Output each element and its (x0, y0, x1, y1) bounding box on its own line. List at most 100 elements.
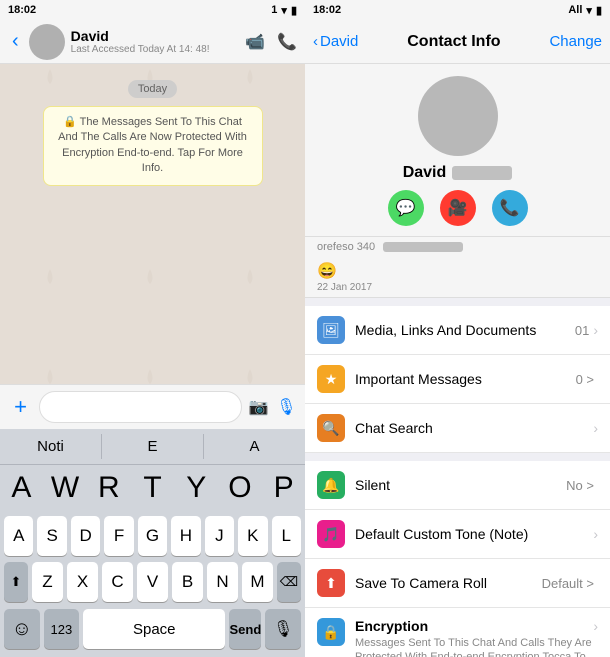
right-panel: 18:02 All ▾ ▮ ‹ David Contact Info Chang… (305, 0, 610, 657)
backspace-key[interactable]: ⌫ (277, 562, 301, 602)
menu-item-search[interactable]: 🔍 Chat Search › (305, 404, 610, 453)
important-label: Important Messages (355, 371, 576, 387)
keyboard-bottom-row: ☺ 123 Space Send 🎙 (0, 605, 305, 657)
back-chevron-right: ‹ (313, 33, 318, 50)
silent-icon-box: 🔔 (317, 471, 345, 499)
phone-call-icon[interactable]: 📞 (277, 32, 297, 52)
autocomplete-e[interactable]: E (102, 434, 204, 459)
divider-1 (305, 298, 610, 306)
menu-list: 🖼 Media, Links And Documents 01 › ★ Impo… (305, 306, 610, 657)
key-m[interactable]: M (242, 562, 273, 602)
save-icon-box: ⬆ (317, 569, 345, 597)
key-Y[interactable]: Y (177, 469, 216, 511)
chat-header: ‹ David Last Accessed Today At 14: 48! 📹… (0, 20, 305, 64)
media-label: Media, Links And Documents (355, 322, 575, 338)
send-key[interactable]: Send (229, 609, 261, 649)
key-a[interactable]: A (4, 516, 33, 556)
space-key[interactable]: Space (83, 609, 225, 649)
key-d[interactable]: D (71, 516, 100, 556)
media-value: 01 (575, 323, 589, 338)
profile-emoji: 😄 (317, 261, 598, 281)
emoji-key[interactable]: ☺ (4, 609, 40, 649)
save-value: Default > (542, 576, 594, 591)
battery-icon-left: ▮ (291, 4, 297, 17)
video-call-icon[interactable]: 📹 (245, 32, 265, 52)
profile-name-row: David (403, 164, 513, 182)
back-david-button[interactable]: ‹ David (313, 33, 358, 50)
numbers-key[interactable]: 123 (44, 609, 80, 649)
menu-item-save[interactable]: ⬆ Save To Camera Roll Default > (305, 559, 610, 608)
key-h[interactable]: H (171, 516, 200, 556)
search-chevron: › (593, 420, 598, 436)
key-O[interactable]: O (221, 469, 260, 511)
contact-status: Last Accessed Today At 14: 48! (71, 44, 239, 55)
chat-body: Today 🔒 The Messages Sent To This Chat A… (0, 64, 305, 384)
profile-date: 22 Jan 2017 (317, 282, 598, 293)
phone-action-btn[interactable]: 📞 (492, 190, 528, 226)
key-g[interactable]: G (138, 516, 167, 556)
key-n[interactable]: N (207, 562, 238, 602)
wifi-icon-right: ▾ (586, 4, 592, 17)
menu-item-tone[interactable]: 🎵 Default Custom Tone (Note) › (305, 510, 610, 559)
key-A[interactable]: A (2, 469, 41, 511)
contact-info-title: Contact Info (358, 33, 549, 51)
keyboard-mic-key[interactable]: 🎙 (265, 609, 301, 649)
important-icon-box: ★ (317, 365, 345, 393)
key-s[interactable]: S (37, 516, 66, 556)
share-icon: ⬆ (325, 575, 337, 592)
status-icons-right: All ▾ ▮ (568, 4, 602, 17)
battery-icon-right: ▮ (596, 4, 602, 17)
menu-item-media[interactable]: 🖼 Media, Links And Documents 01 › (305, 306, 610, 355)
key-R[interactable]: R (89, 469, 128, 511)
menu-item-silent[interactable]: 🔔 Silent No > (305, 461, 610, 510)
divider-2 (305, 453, 610, 461)
star-icon: ★ (325, 371, 338, 388)
input-row: + 📷 🎙 (0, 385, 305, 429)
contact-name-left: David (71, 28, 239, 44)
message-action-btn[interactable]: 💬 (388, 190, 424, 226)
back-button-left[interactable]: ‹ (8, 28, 23, 55)
key-z[interactable]: Z (32, 562, 63, 602)
key-x[interactable]: X (67, 562, 98, 602)
keyboard-row3: ⬆ Z X C V B N M ⌫ (0, 559, 305, 605)
autocomplete-noti[interactable]: Noti (0, 434, 102, 459)
key-W[interactable]: W (46, 469, 85, 511)
menu-item-important[interactable]: ★ Important Messages 0 > (305, 355, 610, 404)
shift-key[interactable]: ⬆ (4, 562, 28, 602)
video-action-btn[interactable]: 🎥 (440, 190, 476, 226)
carrier-right: All (568, 4, 582, 16)
key-k[interactable]: K (238, 516, 267, 556)
encryption-text-block: Encryption Messages Sent To This Chat An… (355, 618, 593, 657)
plus-button[interactable]: + (8, 394, 33, 420)
key-T[interactable]: T (133, 469, 172, 511)
mic-button[interactable]: 🎙 (276, 397, 297, 417)
camera-button[interactable]: 📷 (248, 397, 269, 417)
autocomplete-a[interactable]: A (204, 434, 305, 459)
key-b[interactable]: B (172, 562, 203, 602)
key-c[interactable]: C (102, 562, 133, 602)
profile-phone-row: orefeso 340 (305, 237, 610, 257)
encryption-text: 🔒 The Messages Sent To This Chat And The… (58, 116, 247, 174)
silent-label: Silent (355, 477, 566, 493)
tone-chevron: › (593, 526, 598, 542)
message-input[interactable] (39, 391, 242, 423)
save-label: Save To Camera Roll (355, 575, 542, 591)
key-j[interactable]: J (205, 516, 234, 556)
encryption-section[interactable]: 🔒 Encryption Messages Sent To This Chat … (305, 608, 610, 657)
key-f[interactable]: F (104, 516, 133, 556)
profile-name-blur (452, 166, 512, 180)
search-icon-box: 🔍 (317, 414, 345, 442)
tone-label: Default Custom Tone (Note) (355, 526, 593, 542)
status-icons-left: 1 ▾ ▮ (271, 4, 297, 17)
change-button[interactable]: Change (549, 33, 602, 50)
encryption-desc: Messages Sent To This Chat And Calls The… (355, 636, 593, 657)
header-icons: 📹 📞 (245, 32, 297, 52)
key-l[interactable]: L (272, 516, 301, 556)
key-v[interactable]: V (137, 562, 168, 602)
key-P[interactable]: P (264, 469, 303, 511)
search-label: Chat Search (355, 420, 593, 436)
encryption-bubble[interactable]: 🔒 The Messages Sent To This Chat And The… (43, 106, 263, 186)
phone-value-blur (383, 242, 463, 252)
menu-section-2: 🔔 Silent No > 🎵 Default Custom Tone (Not… (305, 461, 610, 608)
keyboard: Noti E A A W R T Y O P A S D F G H (0, 429, 305, 657)
